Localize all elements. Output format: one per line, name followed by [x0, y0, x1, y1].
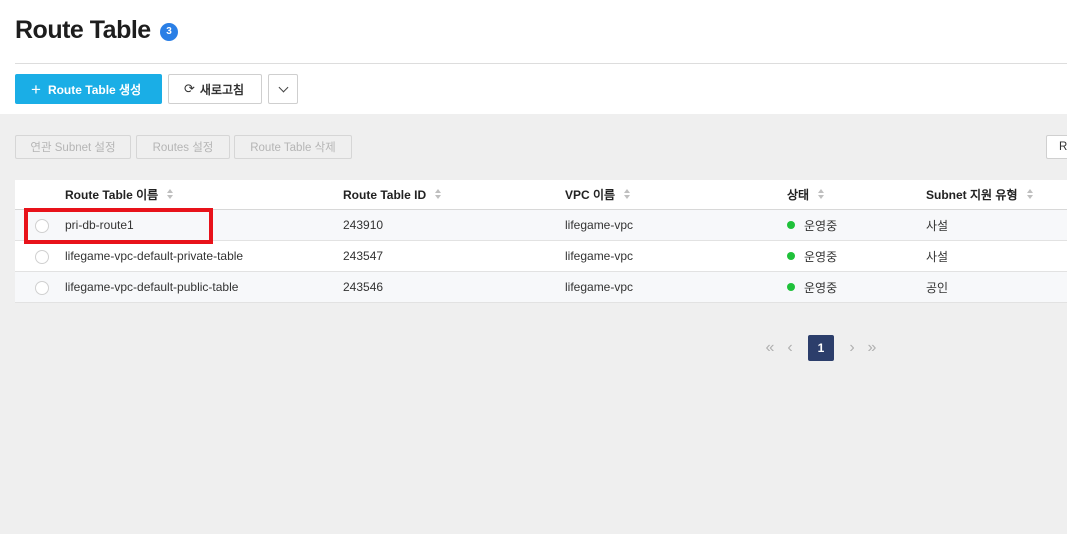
chevron-down-icon [278, 82, 288, 92]
table-row[interactable]: lifegame-vpc-default-public-table 243546… [15, 272, 1067, 303]
pagination: « ‹ 1 › » [760, 335, 882, 361]
page-header: Route Table 3 + Route Table 생성 ⟳ 새로고침 [0, 0, 1067, 114]
vpc-name: lifegame-vpc [565, 280, 634, 294]
subnet-type: 사설 [926, 218, 949, 233]
routes-settings-button[interactable]: Routes 설정 [136, 135, 230, 159]
subnet-type: 사설 [926, 249, 949, 264]
column-header-status[interactable]: 상태 [787, 180, 825, 209]
table-header-row: Route Table 이름 Route Table ID VPC 이름 상태 … [15, 180, 1067, 210]
column-header-vpc[interactable]: VPC 이름 [565, 180, 631, 209]
vpc-name: lifegame-vpc [565, 249, 634, 263]
vpc-name: lifegame-vpc [565, 218, 634, 232]
first-page-icon[interactable]: « [760, 339, 780, 357]
delete-route-table-button[interactable]: Route Table 삭제 [234, 135, 352, 159]
current-page-button[interactable]: 1 [808, 335, 834, 361]
status-dot-icon [787, 283, 795, 291]
status-cell: 운영중 [787, 272, 837, 302]
refresh-icon: ⟳ [184, 81, 195, 96]
right-action-button[interactable]: R [1046, 135, 1067, 159]
last-page-icon[interactable]: » [862, 339, 882, 357]
route-table-name: lifegame-vpc-default-public-table [65, 280, 239, 294]
page-title: Route Table [15, 16, 151, 44]
more-dropdown-button[interactable] [268, 74, 298, 104]
status-text: 운영중 [804, 249, 838, 264]
prev-page-icon[interactable]: ‹ [780, 339, 800, 357]
route-table-id: 243910 [343, 218, 384, 232]
column-header-id[interactable]: Route Table ID [343, 180, 442, 209]
next-page-icon[interactable]: › [842, 339, 862, 357]
create-button-label: Route Table 생성 [47, 82, 142, 97]
count-badge: 3 [160, 23, 178, 41]
row-select-radio[interactable] [35, 281, 49, 295]
route-table-id: 243547 [343, 249, 384, 263]
table-row[interactable]: lifegame-vpc-default-private-table 24354… [15, 241, 1067, 272]
status-text: 운영중 [804, 218, 838, 233]
plus-icon: + [31, 79, 41, 99]
row-select-radio[interactable] [35, 250, 49, 264]
sort-icon [1026, 189, 1034, 200]
header-divider [15, 63, 1067, 64]
sort-icon [624, 189, 631, 200]
sort-icon [435, 189, 442, 200]
subnet-type: 공인 [926, 280, 949, 295]
refresh-button[interactable]: ⟳ 새로고침 [168, 74, 262, 104]
status-text: 운영중 [804, 280, 838, 295]
refresh-button-label: 새로고침 [199, 82, 245, 97]
status-dot-icon [787, 252, 795, 260]
route-table-id: 243546 [343, 280, 384, 294]
sort-icon [167, 189, 174, 200]
column-header-subnet-type[interactable]: Subnet 지원 유형 [926, 180, 1034, 209]
sort-icon [818, 189, 825, 200]
create-route-table-button[interactable]: + Route Table 생성 [15, 74, 162, 104]
status-cell: 운영중 [787, 241, 837, 271]
status-dot-icon [787, 221, 795, 229]
highlight-box [24, 208, 213, 244]
status-cell: 운영중 [787, 210, 837, 240]
associate-subnet-button[interactable]: 연관 Subnet 설정 [15, 135, 131, 159]
column-header-name[interactable]: Route Table 이름 [65, 180, 174, 209]
route-table-name: lifegame-vpc-default-private-table [65, 249, 244, 263]
